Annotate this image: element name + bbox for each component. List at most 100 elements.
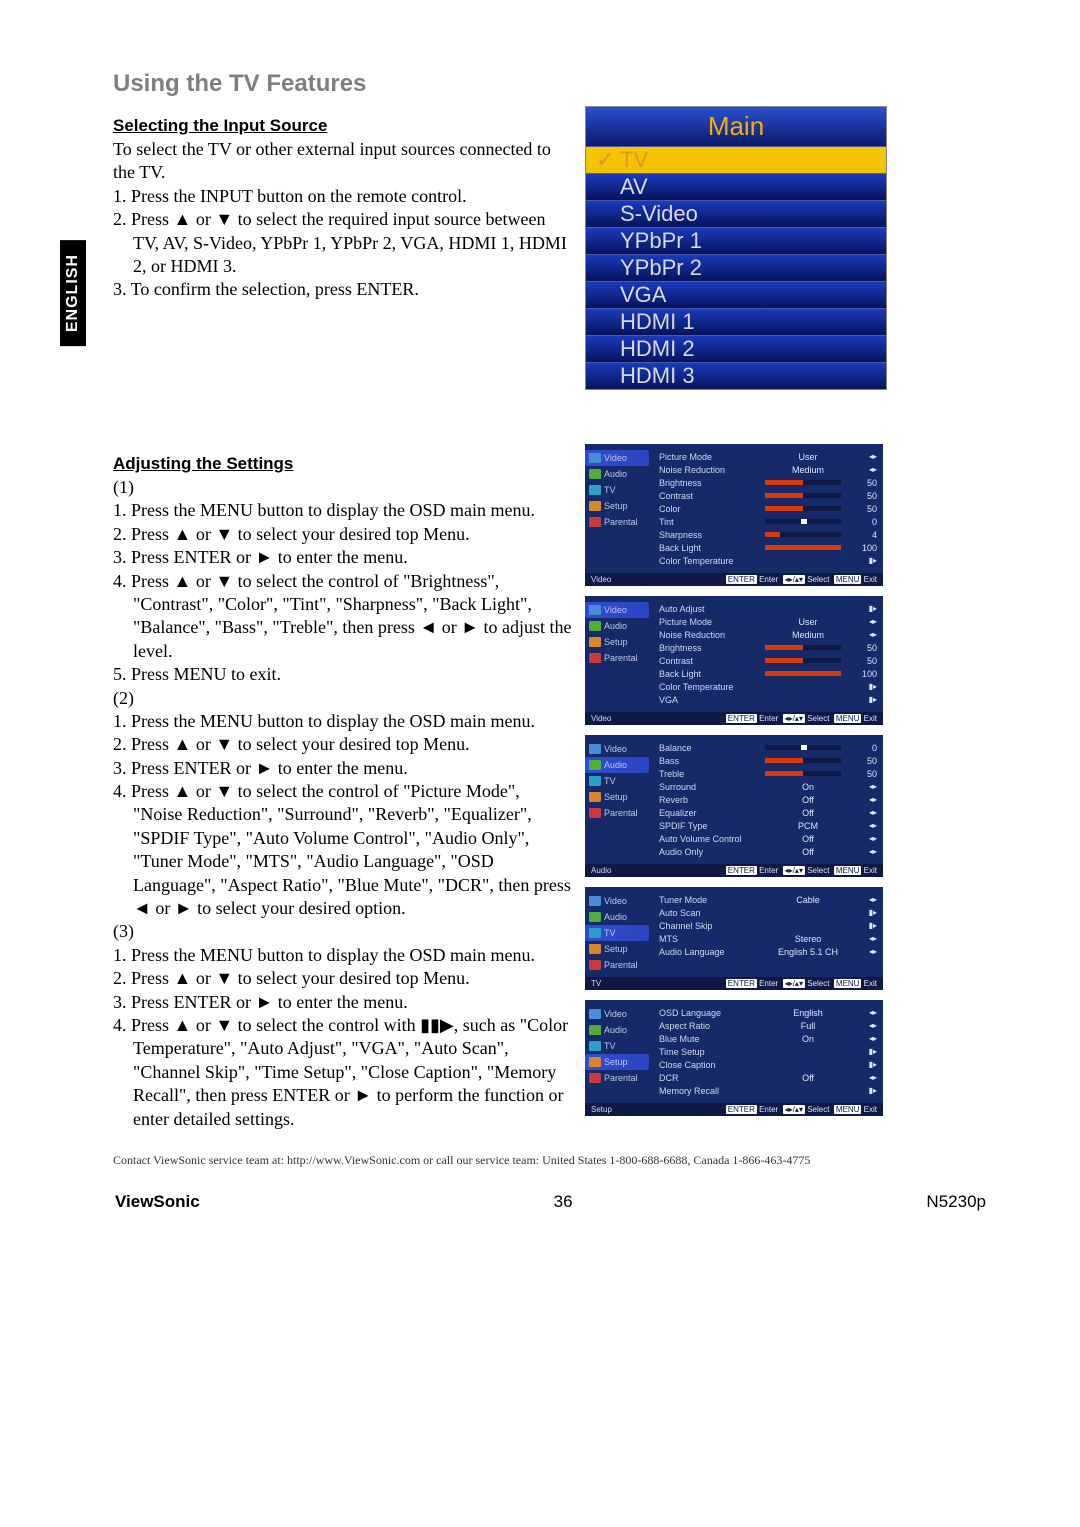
osd-row[interactable]: Audio LanguageEnglish 5.1 CH◂▸	[659, 945, 877, 958]
slider[interactable]	[755, 758, 851, 763]
osd-row[interactable]: Auto Scan▮▸	[659, 906, 877, 919]
osd-nav-tv[interactable]: TV	[585, 1038, 649, 1054]
slider[interactable]	[755, 480, 851, 485]
slider[interactable]	[755, 771, 851, 776]
osd-row[interactable]: Color50	[659, 502, 877, 515]
nav-arrows-icon: ▮▸	[861, 921, 877, 930]
osd-row[interactable]: Brightness50	[659, 641, 877, 654]
osd-row[interactable]: SurroundOn◂▸	[659, 780, 877, 793]
osd-row[interactable]: Time Setup▮▸	[659, 1045, 877, 1058]
osd-nav-audio[interactable]: Audio	[585, 909, 649, 925]
slider[interactable]	[755, 545, 851, 550]
osd-nav-setup[interactable]: Setup	[585, 498, 649, 514]
osd-nav-audio[interactable]: Audio	[585, 757, 649, 773]
osd-row[interactable]: Contrast50	[659, 489, 877, 502]
osd-row[interactable]: Treble50	[659, 767, 877, 780]
osd-row[interactable]: DCROff◂▸	[659, 1071, 877, 1084]
osd-row[interactable]: Tuner ModeCable◂▸	[659, 893, 877, 906]
slider[interactable]	[755, 645, 851, 650]
osd-nav-setup[interactable]: Setup	[585, 941, 649, 957]
osd-row[interactable]: Tint0	[659, 515, 877, 528]
main-menu-item-hdmi-2[interactable]: HDMI 2	[586, 335, 886, 362]
osd-nav-tv[interactable]: TV	[585, 925, 649, 941]
osd-row-label: Sharpness	[659, 530, 755, 540]
slider[interactable]	[755, 671, 851, 676]
osd-row[interactable]: OSD LanguageEnglish◂▸	[659, 1006, 877, 1019]
osd-nav-parental[interactable]: Parental	[585, 1070, 649, 1086]
osd-row[interactable]: ReverbOff◂▸	[659, 793, 877, 806]
osd-footer-tag: Video	[591, 714, 611, 723]
main-menu-item-hdmi-3[interactable]: HDMI 3	[586, 362, 886, 389]
main-menu-item-ypbpr-2[interactable]: YPbPr 2	[586, 254, 886, 281]
osd-footer-keys: ENTER Enter ◂▸/▴▾ Select MENU Exit	[726, 575, 877, 584]
osd-nav-parental[interactable]: Parental	[585, 957, 649, 973]
osd-row[interactable]: SPDIF TypePCM◂▸	[659, 819, 877, 832]
osd-nav-video[interactable]: Video	[585, 602, 649, 618]
slider[interactable]	[755, 493, 851, 498]
osd-row[interactable]: Color Temperature▮▸	[659, 554, 877, 567]
main-menu-item-hdmi-1[interactable]: HDMI 1	[586, 308, 886, 335]
osd-row[interactable]: Auto Volume ControlOff◂▸	[659, 832, 877, 845]
osd-row[interactable]: VGA▮▸	[659, 693, 877, 706]
osd-row[interactable]: Picture ModeUser◂▸	[659, 615, 877, 628]
osd-nav-label: Audio	[604, 760, 627, 770]
main-menu-item-av[interactable]: AV	[586, 173, 886, 200]
slider[interactable]	[755, 658, 851, 663]
osd-row[interactable]: Aspect RatioFull◂▸	[659, 1019, 877, 1032]
osd-row-value: English 5.1 CH	[755, 947, 861, 957]
osd-nav-setup[interactable]: Setup	[585, 1054, 649, 1070]
osd-row[interactable]: Memory Recall▮▸	[659, 1084, 877, 1097]
osd-row-label: Tuner Mode	[659, 895, 755, 905]
main-menu-item-s-video[interactable]: S-Video	[586, 200, 886, 227]
osd-nav-video[interactable]: Video	[585, 893, 649, 909]
osd-nav-video[interactable]: Video	[585, 741, 649, 757]
osd-row[interactable]: Close Caption▮▸	[659, 1058, 877, 1071]
osd-row-label: Tint	[659, 517, 755, 527]
osd-nav-setup[interactable]: Setup	[585, 789, 649, 805]
osd-row[interactable]: Contrast50	[659, 654, 877, 667]
osd-nav-audio[interactable]: Audio	[585, 1022, 649, 1038]
osd-row[interactable]: Blue MuteOn◂▸	[659, 1032, 877, 1045]
osd-nav-video[interactable]: Video	[585, 1006, 649, 1022]
osd-nav-label: TV	[604, 776, 616, 786]
osd-nav-parental[interactable]: Parental	[585, 650, 649, 666]
slider[interactable]	[755, 745, 851, 750]
adjust-steps: 1. Press the MENU button to display the …	[113, 499, 573, 686]
osd-nav-video[interactable]: Video	[585, 450, 649, 466]
osd-nav-audio[interactable]: Audio	[585, 466, 649, 482]
osd-row[interactable]: Noise ReductionMedium◂▸	[659, 628, 877, 641]
osd-row[interactable]: Picture ModeUser◂▸	[659, 450, 877, 463]
osd-nav-parental[interactable]: Parental	[585, 514, 649, 530]
osd-row[interactable]: Audio OnlyOff◂▸	[659, 845, 877, 858]
osd-row-value: User	[755, 452, 861, 462]
osd-row[interactable]: Noise ReductionMedium◂▸	[659, 463, 877, 476]
tv-icon	[589, 928, 601, 938]
video-icon	[589, 453, 601, 463]
osd-nav-audio[interactable]: Audio	[585, 618, 649, 634]
osd-nav-tv[interactable]: TV	[585, 482, 649, 498]
slider[interactable]	[755, 506, 851, 511]
osd-row[interactable]: Channel Skip▮▸	[659, 919, 877, 932]
osd-row-label: Auto Adjust	[659, 604, 755, 614]
osd-row[interactable]: Color Temperature▮▸	[659, 680, 877, 693]
osd-row[interactable]: EqualizerOff◂▸	[659, 806, 877, 819]
main-menu-item-ypbpr-1[interactable]: YPbPr 1	[586, 227, 886, 254]
osd-row[interactable]: Auto Adjust▮▸	[659, 602, 877, 615]
osd-row[interactable]: Sharpness4	[659, 528, 877, 541]
osd-row[interactable]: Brightness50	[659, 476, 877, 489]
slider[interactable]	[755, 532, 851, 537]
input-source-steps: 1. Press the INPUT button on the remote …	[113, 185, 573, 302]
osd-row[interactable]: Back Light100	[659, 541, 877, 554]
osd-nav-setup[interactable]: Setup	[585, 634, 649, 650]
osd-nav-parental[interactable]: Parental	[585, 805, 649, 821]
main-menu-item-vga[interactable]: VGA	[586, 281, 886, 308]
slider[interactable]	[755, 519, 851, 524]
osd-row[interactable]: MTSStereo◂▸	[659, 932, 877, 945]
osd-row[interactable]: Bass50	[659, 754, 877, 767]
footer-brand: ViewSonic	[115, 1192, 200, 1212]
main-menu-item-tv[interactable]: TV	[586, 146, 886, 173]
osd-row-label: Brightness	[659, 478, 755, 488]
osd-nav-tv[interactable]: TV	[585, 773, 649, 789]
osd-row[interactable]: Balance0	[659, 741, 877, 754]
osd-row[interactable]: Back Light100	[659, 667, 877, 680]
